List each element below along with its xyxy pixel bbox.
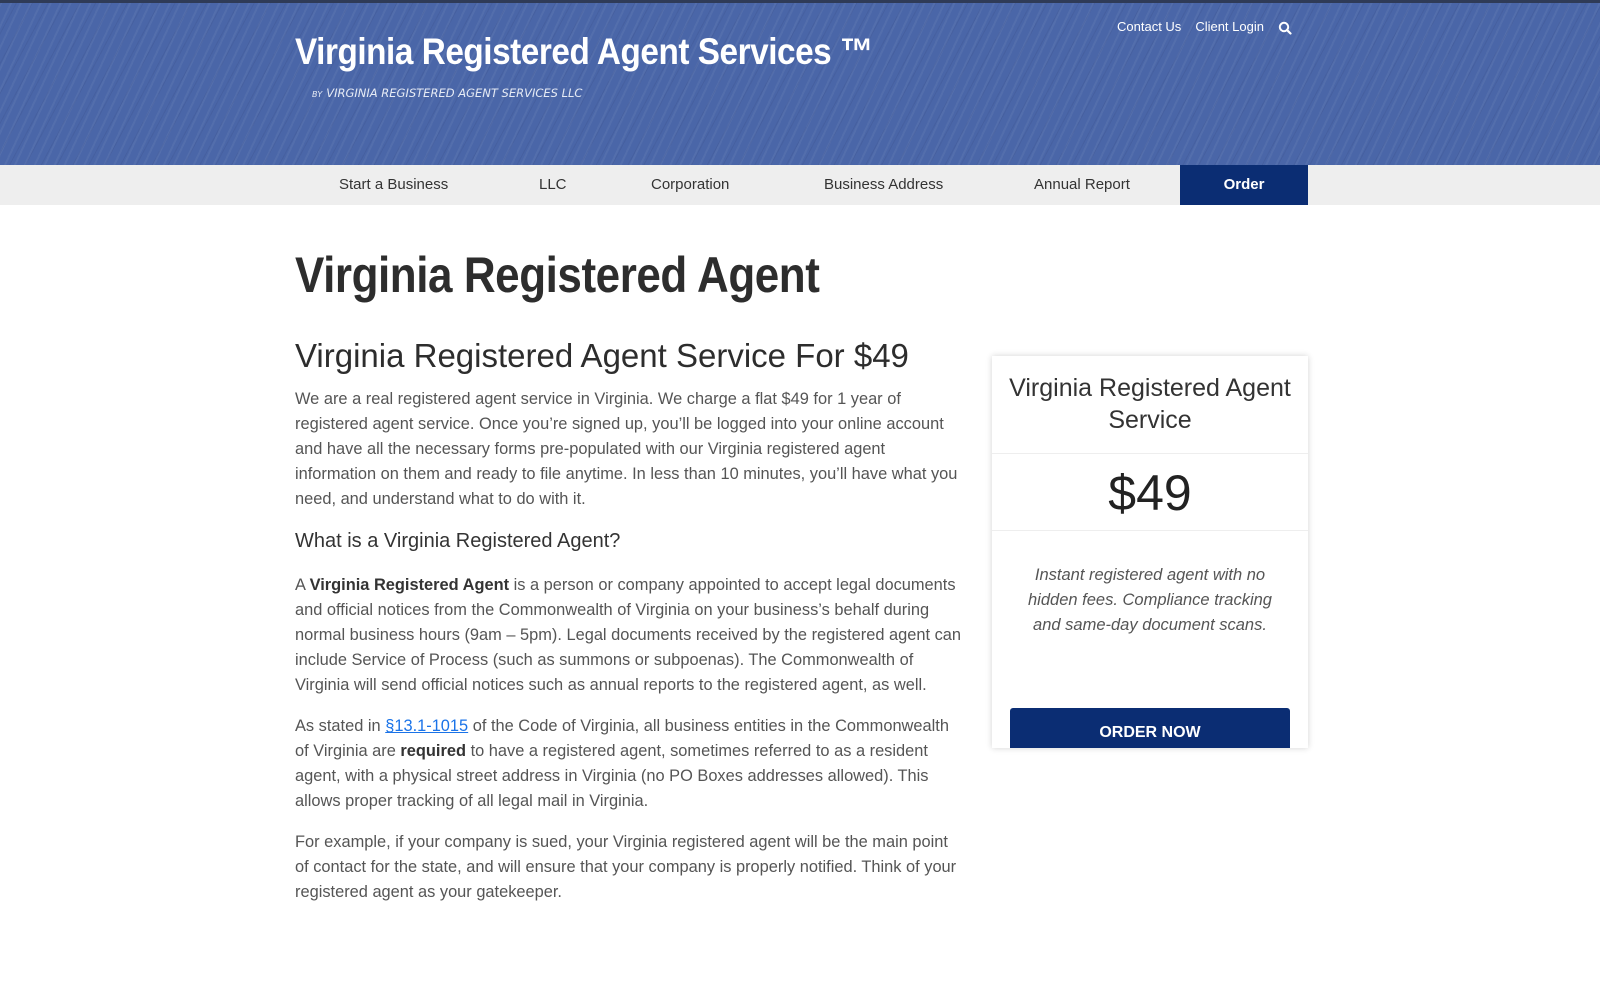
nav-start-a-business[interactable]: Start a Business <box>339 165 448 205</box>
what-is-heading: What is a Virginia Registered Agent? <box>295 530 621 552</box>
nav-corporation[interactable]: Corporation <box>651 165 729 205</box>
example-paragraph: For example, if your company is sued, yo… <box>295 833 957 901</box>
card-description: Instant registered agent with no hidden … <box>1028 566 1272 634</box>
tagline-prefix: BY <box>312 90 323 99</box>
site-header: Virginia Registered Agent Services ™ BY V… <box>0 0 1600 165</box>
nav-business-address[interactable]: Business Address <box>824 165 943 205</box>
code-section-link[interactable]: §13.1-1015 <box>385 717 468 735</box>
nav-llc[interactable]: LLC <box>539 165 567 205</box>
search-icon[interactable] <box>1278 20 1292 35</box>
contact-us-link[interactable]: Contact Us <box>1117 19 1181 34</box>
nav-order-button[interactable]: Order <box>1180 165 1308 205</box>
main-content: Virginia Registered Agent Service For $4… <box>295 337 965 921</box>
para2-prefix: As stated in <box>295 717 381 735</box>
tagline-text: VIRGINIA REGISTERED AGENT SERVICES LLC <box>326 86 583 100</box>
card-title: Virginia Registered Agent Service <box>1009 374 1291 434</box>
para1-bold: Virginia Registered Agent <box>309 576 510 594</box>
para1-prefix: A <box>295 576 306 594</box>
site-tagline: BY VIRGINIA REGISTERED AGENT SERVICES LLC <box>312 86 582 100</box>
para2-bold: required <box>400 742 466 760</box>
intro-paragraph: We are a real registered agent service i… <box>295 390 958 508</box>
definition-paragraph: A Virginia Registered Agent is a person … <box>295 573 965 698</box>
pricing-card: Virginia Registered Agent Service $49 In… <box>992 356 1308 748</box>
main-nav: Start a Business LLC Corporation Busines… <box>0 165 1600 205</box>
code-paragraph: As stated in §13.1-1015 of the Code of V… <box>295 714 965 814</box>
section-title: Virginia Registered Agent Service For $4… <box>295 337 909 374</box>
nav-annual-report[interactable]: Annual Report <box>1034 165 1130 205</box>
order-now-button[interactable]: ORDER NOW <box>1010 708 1290 748</box>
site-title[interactable]: Virginia Registered Agent Services ™ <box>295 31 873 73</box>
client-login-link[interactable]: Client Login <box>1195 19 1264 34</box>
card-price: $49 <box>992 453 1308 531</box>
page-title: Virginia Registered Agent <box>295 247 820 303</box>
top-links: Contact Us Client Login <box>1117 19 1292 35</box>
